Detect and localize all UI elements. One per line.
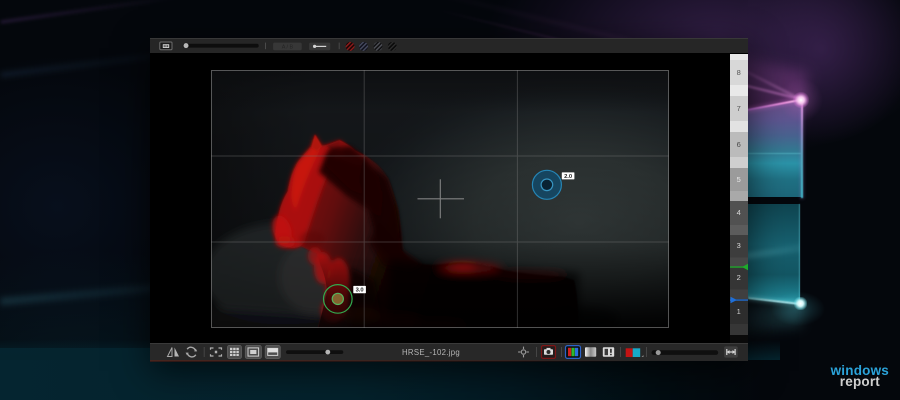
- svg-text:A / B: A / B: [282, 44, 294, 50]
- svg-text:HRSE_-102.jpg: HRSE_-102.jpg: [402, 348, 460, 357]
- svg-text:3.0: 3.0: [355, 287, 363, 293]
- svg-text:2.0: 2.0: [564, 174, 572, 180]
